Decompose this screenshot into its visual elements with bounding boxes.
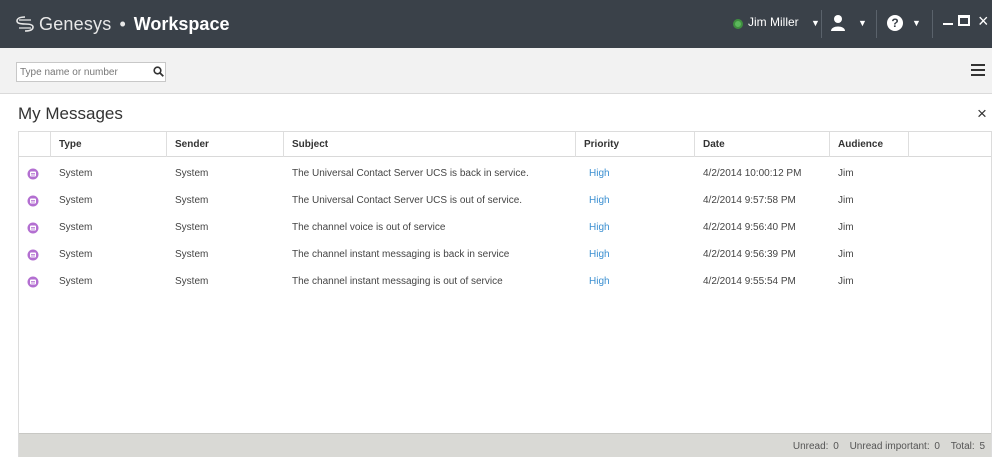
cell-subject: The channel instant messaging is out of … <box>292 276 503 287</box>
unread-important-count: 0 <box>934 441 940 452</box>
table-header: Type Sender Subject Priority Date Audien… <box>19 132 991 157</box>
cell-sender: System <box>175 276 209 287</box>
cell-priority: High <box>589 195 610 206</box>
chevron-down-icon[interactable]: ▼ <box>811 18 820 28</box>
cell-subject: The Universal Contact Server UCS is back… <box>292 168 529 179</box>
unread-important-label: Unread important: <box>849 441 930 452</box>
cell-priority: High <box>589 249 610 260</box>
column-header-sender[interactable]: Sender <box>167 132 284 157</box>
cell-date: 4/2/2014 9:56:39 PM <box>703 249 796 260</box>
close-icon[interactable]: × <box>978 11 989 31</box>
total-count: 5 <box>979 441 985 452</box>
status-bar: Unread: 0 Unread important: 0 Total: 5 <box>19 433 991 457</box>
cell-priority: High <box>589 168 610 179</box>
cell-audience: Jim <box>838 168 854 179</box>
message-icon <box>27 249 39 261</box>
chevron-down-icon[interactable]: ▼ <box>912 18 921 28</box>
cell-date: 4/2/2014 9:55:54 PM <box>703 276 796 287</box>
cell-date: 4/2/2014 9:57:58 PM <box>703 195 796 206</box>
table-row[interactable]: System System The channel instant messag… <box>19 241 991 268</box>
table-row[interactable]: System System The Universal Contact Serv… <box>19 160 991 187</box>
column-header-subject[interactable]: Subject <box>284 132 576 157</box>
messages-table: Type Sender Subject Priority Date Audien… <box>18 131 992 457</box>
message-icon <box>27 276 39 288</box>
search-box[interactable] <box>16 62 166 82</box>
cell-sender: System <box>175 195 209 206</box>
brand-name: Genesys <box>39 13 112 34</box>
cell-date: 4/2/2014 9:56:40 PM <box>703 222 796 233</box>
cell-priority: High <box>589 222 610 233</box>
divider <box>876 10 877 38</box>
message-icon <box>27 168 39 180</box>
user-menu-button[interactable]: Jim Miller <box>748 15 799 29</box>
cell-date: 4/2/2014 10:00:12 PM <box>703 168 802 179</box>
brand: Genesys • Workspace <box>16 12 229 36</box>
column-header-date[interactable]: Date <box>695 132 830 157</box>
cell-audience: Jim <box>838 276 854 287</box>
table-row[interactable]: System System The Universal Contact Serv… <box>19 187 991 214</box>
cell-audience: Jim <box>838 249 854 260</box>
cell-priority: High <box>589 276 610 287</box>
cell-sender: System <box>175 168 209 179</box>
app-name: Workspace <box>133 13 230 34</box>
cell-sender: System <box>175 222 209 233</box>
cell-type: System <box>59 168 93 179</box>
message-icon <box>27 195 39 207</box>
genesys-logo-icon <box>16 16 34 32</box>
total-label: Total: <box>950 441 975 452</box>
brand-separator: • <box>119 13 126 34</box>
table-row[interactable]: System System The channel instant messag… <box>19 268 991 295</box>
search-toolbar <box>0 48 992 94</box>
column-header-icon[interactable] <box>19 132 51 157</box>
help-icon[interactable]: ? <box>887 15 903 31</box>
column-header-audience[interactable]: Audience <box>830 132 909 157</box>
column-header-type[interactable]: Type <box>51 132 167 157</box>
cell-subject: The channel instant messaging is back in… <box>292 249 510 260</box>
title-bar: Genesys • Workspace Jim Miller ▼ ▼ ? ▼ × <box>0 0 992 48</box>
status-available-icon[interactable] <box>733 19 743 29</box>
chevron-down-icon[interactable]: ▼ <box>858 18 867 28</box>
cell-type: System <box>59 222 93 233</box>
cell-type: System <box>59 276 93 287</box>
search-input[interactable] <box>20 65 148 80</box>
cell-audience: Jim <box>838 195 854 206</box>
cell-type: System <box>59 249 93 260</box>
divider <box>932 10 933 38</box>
unread-label: Unread: <box>792 441 829 452</box>
table-row[interactable]: System System The channel voice is out o… <box>19 214 991 241</box>
message-icon <box>27 222 39 234</box>
maximize-icon[interactable] <box>958 15 970 26</box>
cell-sender: System <box>175 249 209 260</box>
search-icon[interactable] <box>153 66 164 77</box>
close-panel-button[interactable]: × <box>977 104 987 124</box>
panel-title: My Messages <box>18 104 123 123</box>
message-counts: Unread: 0 Unread important: 0 Total: 5 <box>791 434 985 458</box>
agent-icon[interactable] <box>829 13 847 33</box>
divider <box>821 10 822 38</box>
cell-type: System <box>59 195 93 206</box>
column-header-priority[interactable]: Priority <box>576 132 695 157</box>
cell-subject: The channel voice is out of service <box>292 222 446 233</box>
minimize-icon[interactable] <box>943 23 953 25</box>
menu-icon[interactable] <box>971 64 985 76</box>
unread-count: 0 <box>833 441 839 452</box>
cell-subject: The Universal Contact Server UCS is out … <box>292 195 523 206</box>
cell-audience: Jim <box>838 222 854 233</box>
